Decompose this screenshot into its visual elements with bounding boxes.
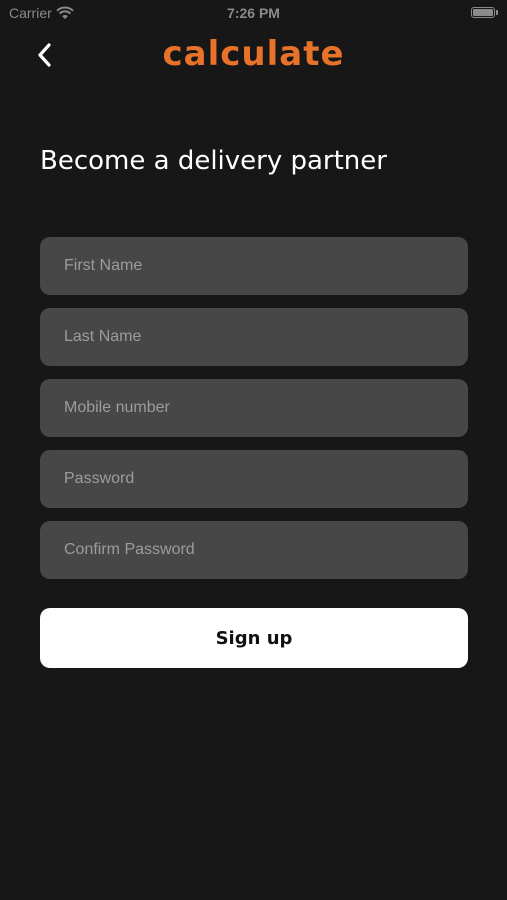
last-name-input[interactable] bbox=[40, 308, 468, 366]
confirm-password-input[interactable] bbox=[40, 521, 468, 579]
nav-bar: calculate bbox=[0, 30, 507, 80]
sign-up-button[interactable]: Sign up bbox=[40, 608, 468, 668]
battery-icon bbox=[471, 7, 498, 18]
status-bar: Carrier 7:26 PM bbox=[0, 0, 507, 28]
page-title: Become a delivery partner bbox=[40, 146, 387, 176]
password-input[interactable] bbox=[40, 450, 468, 508]
mobile-number-input[interactable] bbox=[40, 379, 468, 437]
status-time: 7:26 PM bbox=[227, 5, 280, 21]
brand-logo: calculate bbox=[162, 34, 345, 74]
signup-form bbox=[40, 237, 468, 592]
first-name-input[interactable] bbox=[40, 237, 468, 295]
